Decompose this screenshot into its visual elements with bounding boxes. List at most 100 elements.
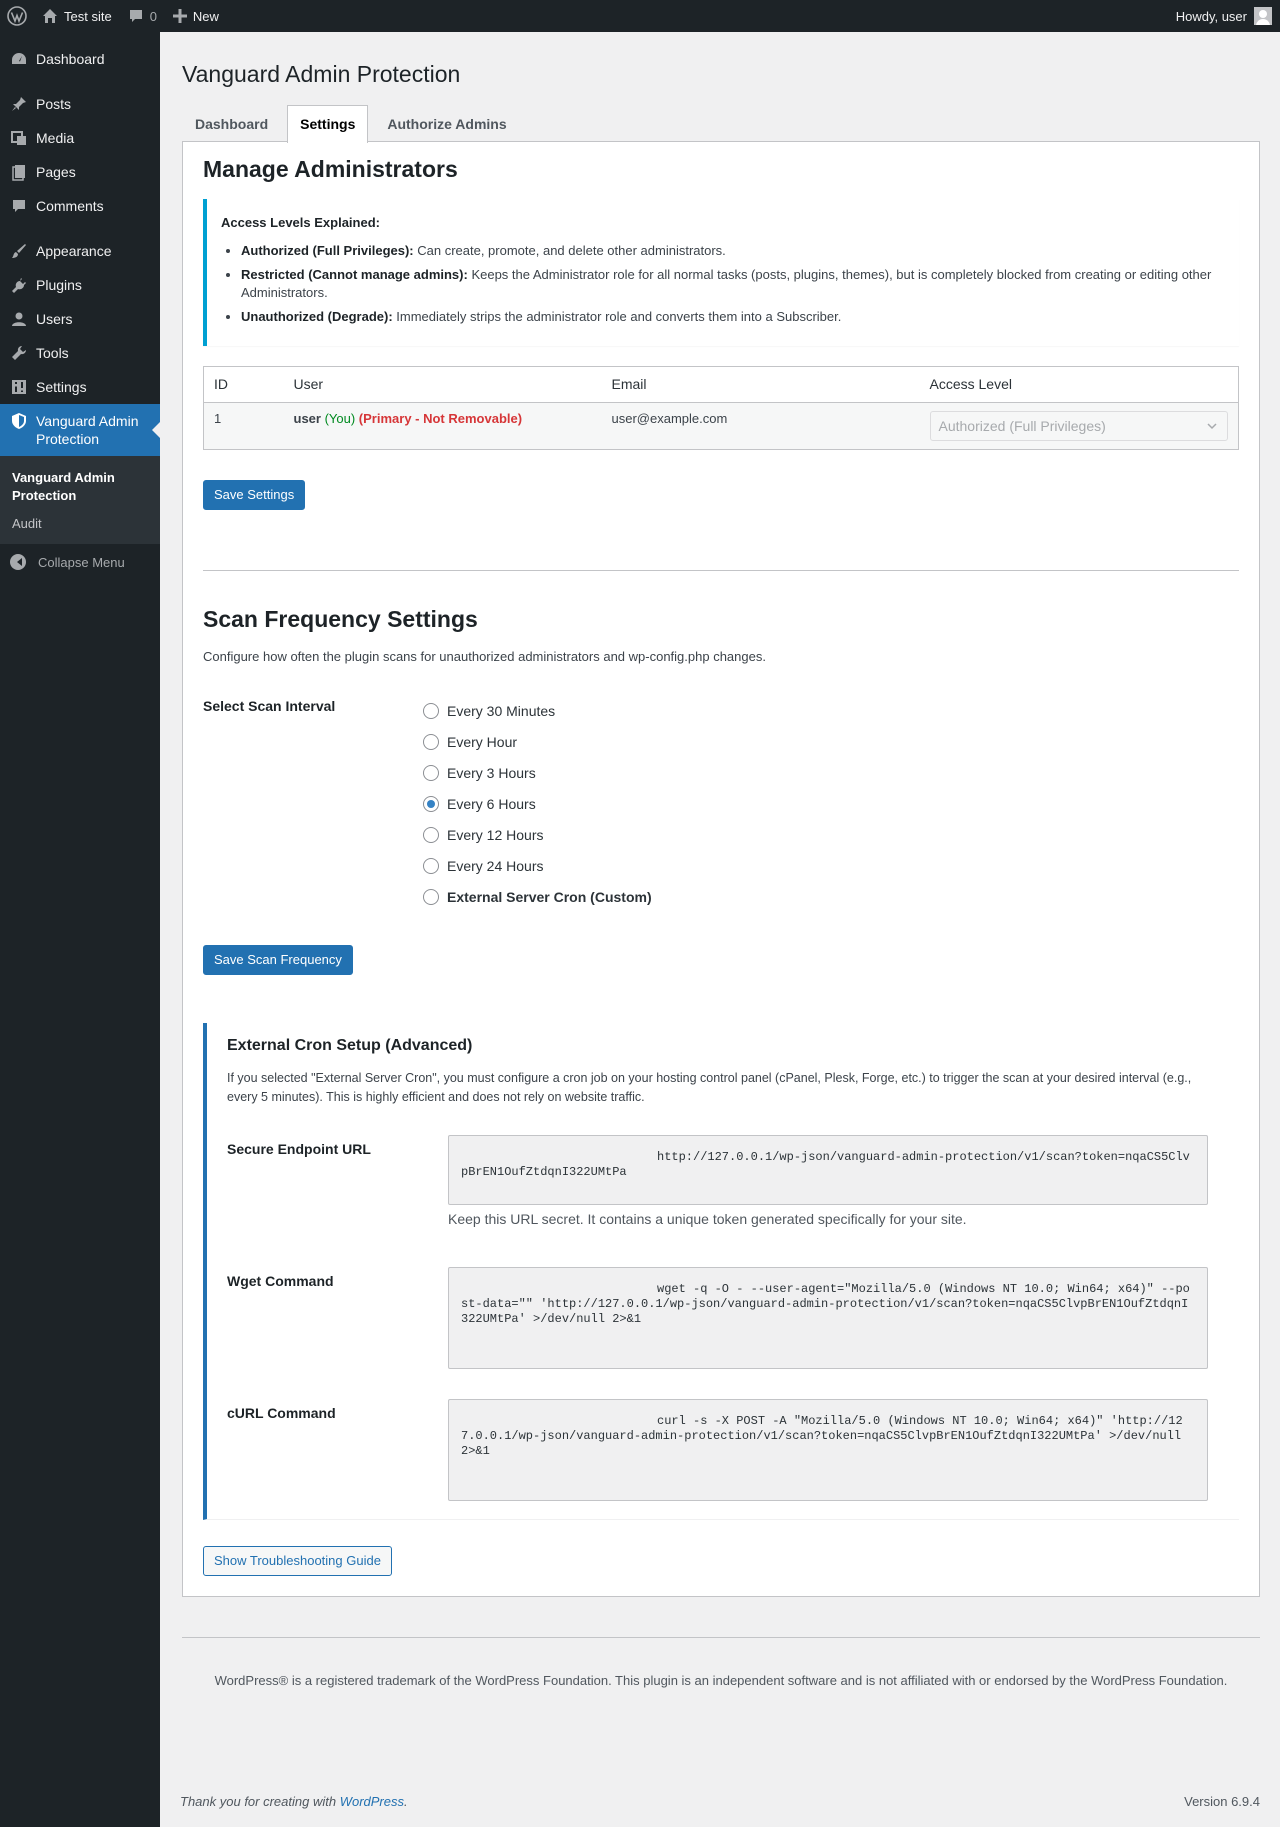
radio-button[interactable]	[423, 889, 439, 906]
radio-button-checked[interactable]	[423, 796, 439, 813]
menu-label: Pages	[36, 164, 76, 180]
radio-button[interactable]	[423, 858, 439, 875]
main-content: Vanguard Admin Protection Dashboard Sett…	[182, 32, 1260, 1688]
user-icon	[10, 310, 28, 328]
tab-dashboard[interactable]: Dashboard	[182, 105, 281, 142]
curl-command-field[interactable]: curl -s -X POST -A "Mozilla/5.0 (Windows…	[448, 1398, 1208, 1501]
radio-every-hour[interactable]: Every Hour	[423, 727, 652, 758]
show-troubleshooting-guide-button[interactable]: Show Troubleshooting Guide	[203, 1545, 392, 1576]
menu-item-settings[interactable]: Settings	[0, 370, 160, 404]
submenu-item-audit[interactable]: Audit	[0, 510, 160, 538]
table-row: 1 user (You) (Primary - Not Removable) u…	[203, 402, 1239, 450]
radio-button[interactable]	[423, 734, 439, 751]
external-cron-setup-box: External Cron Setup (Advanced) If you se…	[203, 1022, 1239, 1520]
scan-interval-options: Every 30 Minutes Every Hour Every 3 Hour…	[423, 689, 652, 913]
menu-label: Settings	[36, 379, 87, 395]
tab-settings[interactable]: Settings	[287, 104, 369, 143]
menu-item-vanguard-admin-protection[interactable]: Vanguard Admin Protection	[0, 404, 160, 456]
menu-item-appearance[interactable]: Appearance	[0, 234, 160, 268]
radio-label: Every 30 Minutes	[447, 703, 556, 720]
radio-button[interactable]	[423, 703, 439, 720]
wordpress-logo-icon	[7, 6, 27, 26]
menu-label: Media	[36, 130, 75, 146]
menu-item-media[interactable]: Media	[0, 121, 160, 155]
level-name: Unauthorized (Degrade):	[241, 308, 393, 324]
list-item: Authorized (Full Privileges): Can create…	[241, 242, 1223, 260]
my-account-menu[interactable]: Howdy, user	[1168, 0, 1280, 32]
tab-authorize-admins[interactable]: Authorize Admins	[374, 105, 519, 142]
menu-item-users[interactable]: Users	[0, 302, 160, 336]
endpoint-row: Secure Endpoint URL http://127.0.0.1/wp-…	[227, 1134, 1219, 1227]
wget-label: Wget Command	[227, 1272, 334, 1289]
column-header-id: ID	[203, 366, 284, 403]
column-header-email: Email	[601, 366, 920, 403]
radio-every-30-minutes[interactable]: Every 30 Minutes	[423, 696, 652, 727]
access-level-select: Authorized (Full Privileges)	[929, 410, 1228, 441]
radio-external-server-cron[interactable]: External Server Cron (Custom)	[423, 882, 652, 913]
comment-bubble-icon	[129, 10, 142, 22]
menu-label: Dashboard	[36, 51, 105, 67]
radio-label: Every Hour	[447, 734, 518, 751]
menu-label: Comments	[36, 198, 104, 214]
radio-every-6-hours[interactable]: Every 6 Hours	[423, 789, 652, 820]
scan-frequency-heading: Scan Frequency Settings	[203, 605, 478, 632]
footer-divider	[182, 1636, 1260, 1638]
table-header-row: ID User Email Access Level	[203, 366, 1239, 403]
level-name: Restricted (Cannot manage admins):	[241, 266, 468, 282]
external-cron-description: If you selected "External Server Cron", …	[227, 1070, 1192, 1104]
thanks-suffix: .	[404, 1794, 408, 1809]
radio-every-12-hours[interactable]: Every 12 Hours	[423, 820, 652, 851]
cell-user: user (You) (Primary - Not Removable)	[283, 402, 602, 450]
wget-command-field[interactable]: wget -q -O - --user-agent="Mozilla/5.0 (…	[448, 1266, 1208, 1369]
endpoint-label: Secure Endpoint URL	[227, 1140, 371, 1157]
user-login: user	[293, 410, 321, 426]
menu-item-comments[interactable]: Comments	[0, 189, 160, 223]
save-scan-frequency-button[interactable]: Save Scan Frequency	[203, 944, 353, 975]
plug-icon	[10, 276, 28, 294]
plus-icon	[172, 9, 187, 23]
access-levels-notice: Access Levels Explained: Authorized (Ful…	[203, 198, 1239, 346]
save-settings-button[interactable]: Save Settings	[203, 479, 306, 510]
endpoint-hint: Keep this URL secret. It contains a uniq…	[448, 1210, 967, 1227]
site-name-link[interactable]: Test site	[34, 0, 120, 32]
new-content-link[interactable]: New	[165, 0, 227, 32]
admin-bar: Test site 0 New Howdy, user	[0, 0, 1280, 32]
menu-item-tools[interactable]: Tools	[0, 336, 160, 370]
settings-panel: Manage Administrators Access Levels Expl…	[182, 140, 1260, 1597]
divider	[203, 569, 1239, 571]
menu-item-pages[interactable]: Pages	[0, 155, 160, 189]
menu-label: Plugins	[36, 277, 82, 293]
menu-item-dashboard[interactable]: Dashboard	[0, 42, 160, 76]
collapse-menu-button[interactable]: Collapse Menu	[0, 544, 160, 580]
wordpress-logo-button[interactable]	[0, 0, 34, 32]
wordpress-link[interactable]: WordPress	[340, 1794, 404, 1809]
menu-item-posts[interactable]: Posts	[0, 87, 160, 121]
radio-button[interactable]	[423, 765, 439, 782]
submenu-item-vanguard-admin-protection[interactable]: Vanguard Admin Protection	[0, 464, 160, 510]
comments-link[interactable]: 0	[120, 0, 165, 32]
home-icon	[43, 9, 57, 23]
level-desc: Can create, promote, and delete other ad…	[413, 242, 726, 258]
radio-every-24-hours[interactable]: Every 24 Hours	[423, 851, 652, 882]
menu-label: Users	[36, 311, 73, 327]
menu-item-plugins[interactable]: Plugins	[0, 268, 160, 302]
access-level-value: Authorized (Full Privileges)	[938, 417, 1106, 434]
brush-icon	[10, 242, 28, 260]
scan-interval-label: Select Scan Interval	[203, 697, 336, 714]
pages-icon	[10, 163, 28, 181]
settings-icon	[10, 378, 28, 396]
radio-label: Every 6 Hours	[447, 796, 536, 813]
list-item: Unauthorized (Degrade): Immediately stri…	[241, 308, 1223, 326]
menu-label: Appearance	[36, 243, 112, 259]
scan-frequency-description: Configure how often the plugin scans for…	[203, 648, 766, 664]
media-icon	[10, 129, 28, 147]
submenu: Vanguard Admin Protection Audit	[0, 456, 160, 544]
comments-count: 0	[149, 8, 157, 24]
endpoint-url-field[interactable]: http://127.0.0.1/wp-json/vanguard-admin-…	[448, 1134, 1208, 1205]
radio-button[interactable]	[423, 827, 439, 844]
external-cron-heading: External Cron Setup (Advanced)	[227, 1036, 473, 1054]
new-label: New	[192, 8, 219, 24]
thanks-prefix: Thank you for creating with	[180, 1794, 340, 1809]
site-name-label: Test site	[64, 8, 112, 24]
radio-every-3-hours[interactable]: Every 3 Hours	[423, 758, 652, 789]
